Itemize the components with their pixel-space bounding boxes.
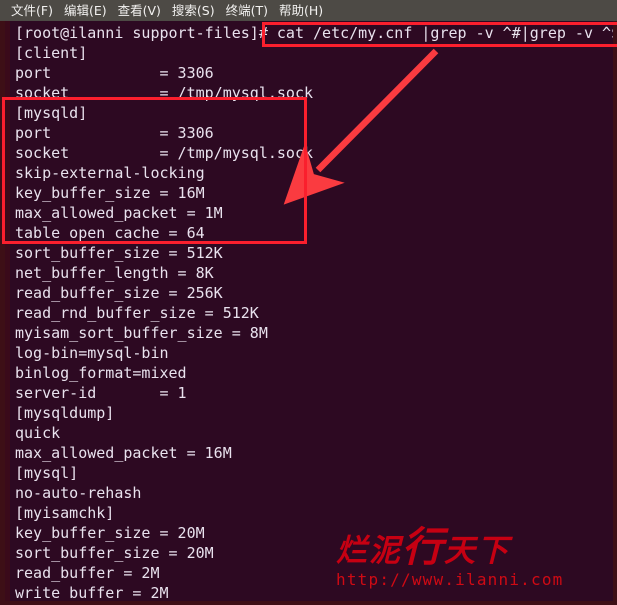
terminal-line: server-id = 1: [15, 384, 187, 402]
terminal-line: max_allowed_packet = 1M: [15, 204, 223, 222]
terminal-line: [mysqld]: [15, 104, 88, 122]
terminal-line: [client]: [15, 44, 88, 62]
terminal-line: socket = /tmp/mysql.sock: [15, 144, 314, 162]
terminal-line: net_buffer_length = 8K: [15, 264, 214, 282]
terminal-line: sort_buffer_size = 512K: [15, 244, 223, 262]
terminal-line: [mysql]: [15, 464, 79, 482]
terminal-line: read_buffer = 2M: [15, 564, 160, 582]
terminal-output: [root@ilanni support-files]# cat /etc/my…: [15, 23, 617, 601]
menu-edit[interactable]: 编辑(E): [59, 0, 113, 21]
menu-bar: 文件(F) 编辑(E) 查看(V) 搜索(S) 终端(T) 帮助(H): [0, 0, 617, 21]
terminal-line: binlog_format=mixed: [15, 364, 187, 382]
menu-file[interactable]: 文件(F): [6, 0, 59, 21]
terminal-line: read_rnd_buffer_size = 512K: [15, 304, 259, 322]
menu-view[interactable]: 查看(V): [113, 0, 167, 21]
terminal-line: write_buffer = 2M: [15, 584, 169, 601]
terminal-line: skip-external-locking: [15, 164, 205, 182]
terminal-line: [root@ilanni support-files]# cat /etc/my…: [15, 24, 617, 42]
terminal-line: socket = /tmp/mysql.sock: [15, 84, 314, 102]
menu-terminal[interactable]: 终端(T): [221, 0, 274, 21]
menu-search[interactable]: 搜索(S): [167, 0, 221, 21]
terminal-frame: [root@ilanni support-files]# cat /etc/my…: [0, 21, 617, 605]
terminal-window: 文件(F) 编辑(E) 查看(V) 搜索(S) 终端(T) 帮助(H) [roo…: [0, 0, 617, 605]
terminal-line: no-auto-rehash: [15, 484, 142, 502]
terminal-line: table_open_cache = 64: [15, 224, 205, 242]
terminal-line: [mysqldump]: [15, 404, 115, 422]
terminal-line: max_allowed_packet = 16M: [15, 444, 232, 462]
terminal-line: sort_buffer_size = 20M: [15, 544, 214, 562]
terminal-line: log-bin=mysql-bin: [15, 344, 169, 362]
terminal-line: quick: [15, 424, 61, 442]
terminal-line: myisam_sort_buffer_size = 8M: [15, 324, 268, 342]
terminal-line: port = 3306: [15, 124, 214, 142]
terminal-line: read_buffer_size = 256K: [15, 284, 223, 302]
terminal-line: key_buffer_size = 16M: [15, 184, 205, 202]
terminal-line: port = 3306: [15, 64, 214, 82]
menu-help[interactable]: 帮助(H): [274, 0, 329, 21]
terminal-screen[interactable]: [root@ilanni support-files]# cat /etc/my…: [10, 21, 617, 601]
terminal-line: [myisamchk]: [15, 504, 115, 522]
terminal-line: key_buffer_size = 20M: [15, 524, 205, 542]
